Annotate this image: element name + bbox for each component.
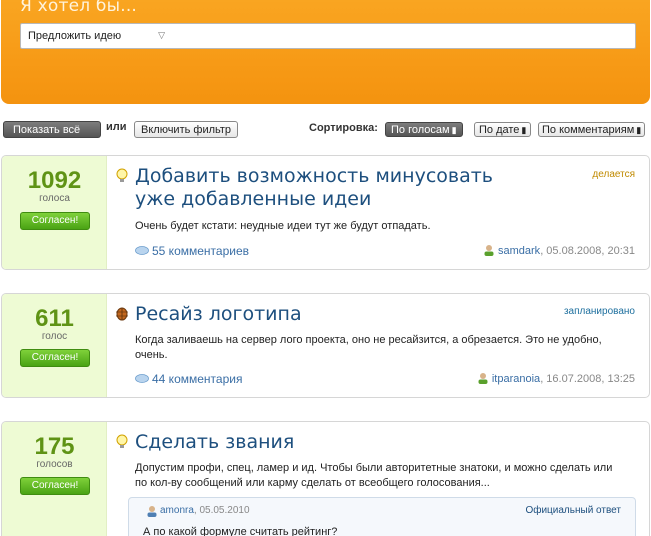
sort-comments-label: По комментариям bbox=[542, 124, 635, 136]
comments-count: 44 комментария bbox=[152, 372, 243, 386]
enable-filter-button[interactable]: Включить фильтр bbox=[134, 121, 239, 138]
vote-count: 175 bbox=[34, 433, 75, 460]
comments-link[interactable]: 44 комментария bbox=[135, 372, 242, 386]
idea-description: Допустим профи, спец, ламер и ид. Чтобы … bbox=[135, 462, 613, 489]
vote-count: 1092 bbox=[27, 167, 82, 194]
author-name[interactable]: itparanoia bbox=[492, 373, 540, 385]
lightbulb-icon bbox=[116, 168, 128, 182]
chevron-down-icon: ▽ bbox=[158, 30, 165, 40]
sort-votes-button[interactable]: По голосам ▮ bbox=[385, 122, 463, 137]
status-badge: запланировано bbox=[564, 306, 635, 317]
author-name[interactable]: samdark bbox=[498, 245, 540, 257]
user-icon bbox=[478, 373, 488, 384]
sort-votes-label: По голосам bbox=[391, 124, 450, 136]
post-date: , 05.05.2010 bbox=[193, 505, 250, 516]
status-text: запланировано bbox=[563, 306, 635, 317]
sort-icon: ▮ bbox=[521, 125, 527, 135]
sort-icon: ▮ bbox=[636, 125, 642, 135]
idea-title[interactable]: Ресайз логотипа bbox=[135, 303, 302, 326]
bug-icon bbox=[116, 307, 128, 321]
agree-button[interactable]: Согласен! bbox=[20, 212, 90, 230]
idea-title[interactable]: Сделать звания bbox=[135, 431, 294, 454]
vote-panel: 175 голосов Согласен! bbox=[2, 422, 107, 536]
sort-label: Сортировка: bbox=[309, 122, 378, 134]
official-author: amonra, 05.05.2010 bbox=[160, 505, 250, 516]
idea-card: 1092 голоса Согласен! Добавить возможнос… bbox=[1, 155, 650, 270]
idea-text-input[interactable] bbox=[171, 23, 636, 49]
agree-button[interactable]: Согласен! bbox=[20, 477, 90, 495]
idea-card: 611 голос Согласен! Ресайз логотипа запл… bbox=[1, 293, 650, 398]
comments-count: 55 комментариев bbox=[152, 244, 250, 258]
lightbulb-icon bbox=[116, 434, 128, 448]
header-title: Я хотел бы... bbox=[20, 0, 138, 16]
idea-author: itparanoia, 16.07.2008, 13:25 bbox=[477, 372, 635, 385]
idea-description: Когда заливаешь на сервер лого проекта, … bbox=[135, 334, 602, 361]
vote-panel: 1092 голоса Согласен! bbox=[2, 156, 107, 269]
or-label: или bbox=[106, 121, 127, 133]
idea-type-select[interactable]: Предложить идею ▽ bbox=[20, 23, 172, 49]
author-name[interactable]: amonra bbox=[160, 505, 194, 516]
official-answer: amonra, 05.05.2010 Официальный ответ А п… bbox=[128, 497, 636, 536]
status-badge: делается bbox=[592, 169, 635, 180]
vote-label: голос bbox=[41, 331, 68, 342]
sort-desc-icon: ▮ bbox=[451, 125, 457, 135]
idea-header: Я хотел бы... Предложить идею ▽ bbox=[1, 0, 650, 104]
sort-comments-button[interactable]: По комментариям ▮ bbox=[538, 122, 646, 137]
user-icon bbox=[147, 506, 157, 517]
idea-type-value: Предложить идею bbox=[28, 30, 122, 42]
user-icon bbox=[484, 245, 494, 256]
official-answer-text: А по какой формуле считать рейтинг? bbox=[143, 526, 338, 536]
post-date: , 16.07.2008, 13:25 bbox=[540, 373, 635, 385]
idea-author: samdark, 05.08.2008, 20:31 bbox=[483, 244, 635, 257]
sort-date-button[interactable]: По дате ▮ bbox=[474, 122, 532, 137]
agree-button[interactable]: Согласен! bbox=[20, 349, 90, 367]
vote-panel: 611 голос Согласен! bbox=[2, 294, 107, 397]
status-text: делается bbox=[592, 169, 635, 180]
show-all-button[interactable]: Показать всё bbox=[3, 121, 101, 138]
official-answer-label: Официальный ответ bbox=[525, 505, 621, 516]
vote-label: голоса bbox=[39, 193, 70, 204]
idea-title[interactable]: Добавить возможность минусовать уже доба… bbox=[135, 165, 535, 211]
post-date: , 05.08.2008, 20:31 bbox=[540, 245, 635, 257]
comments-link[interactable]: 55 комментариев bbox=[135, 244, 249, 258]
comment-icon bbox=[135, 246, 149, 255]
comment-icon bbox=[135, 374, 149, 383]
idea-description: Очень будет кстати: неудные идеи тут же … bbox=[135, 220, 431, 232]
vote-label: голосов bbox=[36, 459, 73, 470]
vote-count: 611 bbox=[35, 305, 74, 332]
sort-date-label: По дате bbox=[479, 124, 520, 136]
idea-card: 175 голосов Согласен! Сделать звания Доп… bbox=[1, 421, 650, 536]
